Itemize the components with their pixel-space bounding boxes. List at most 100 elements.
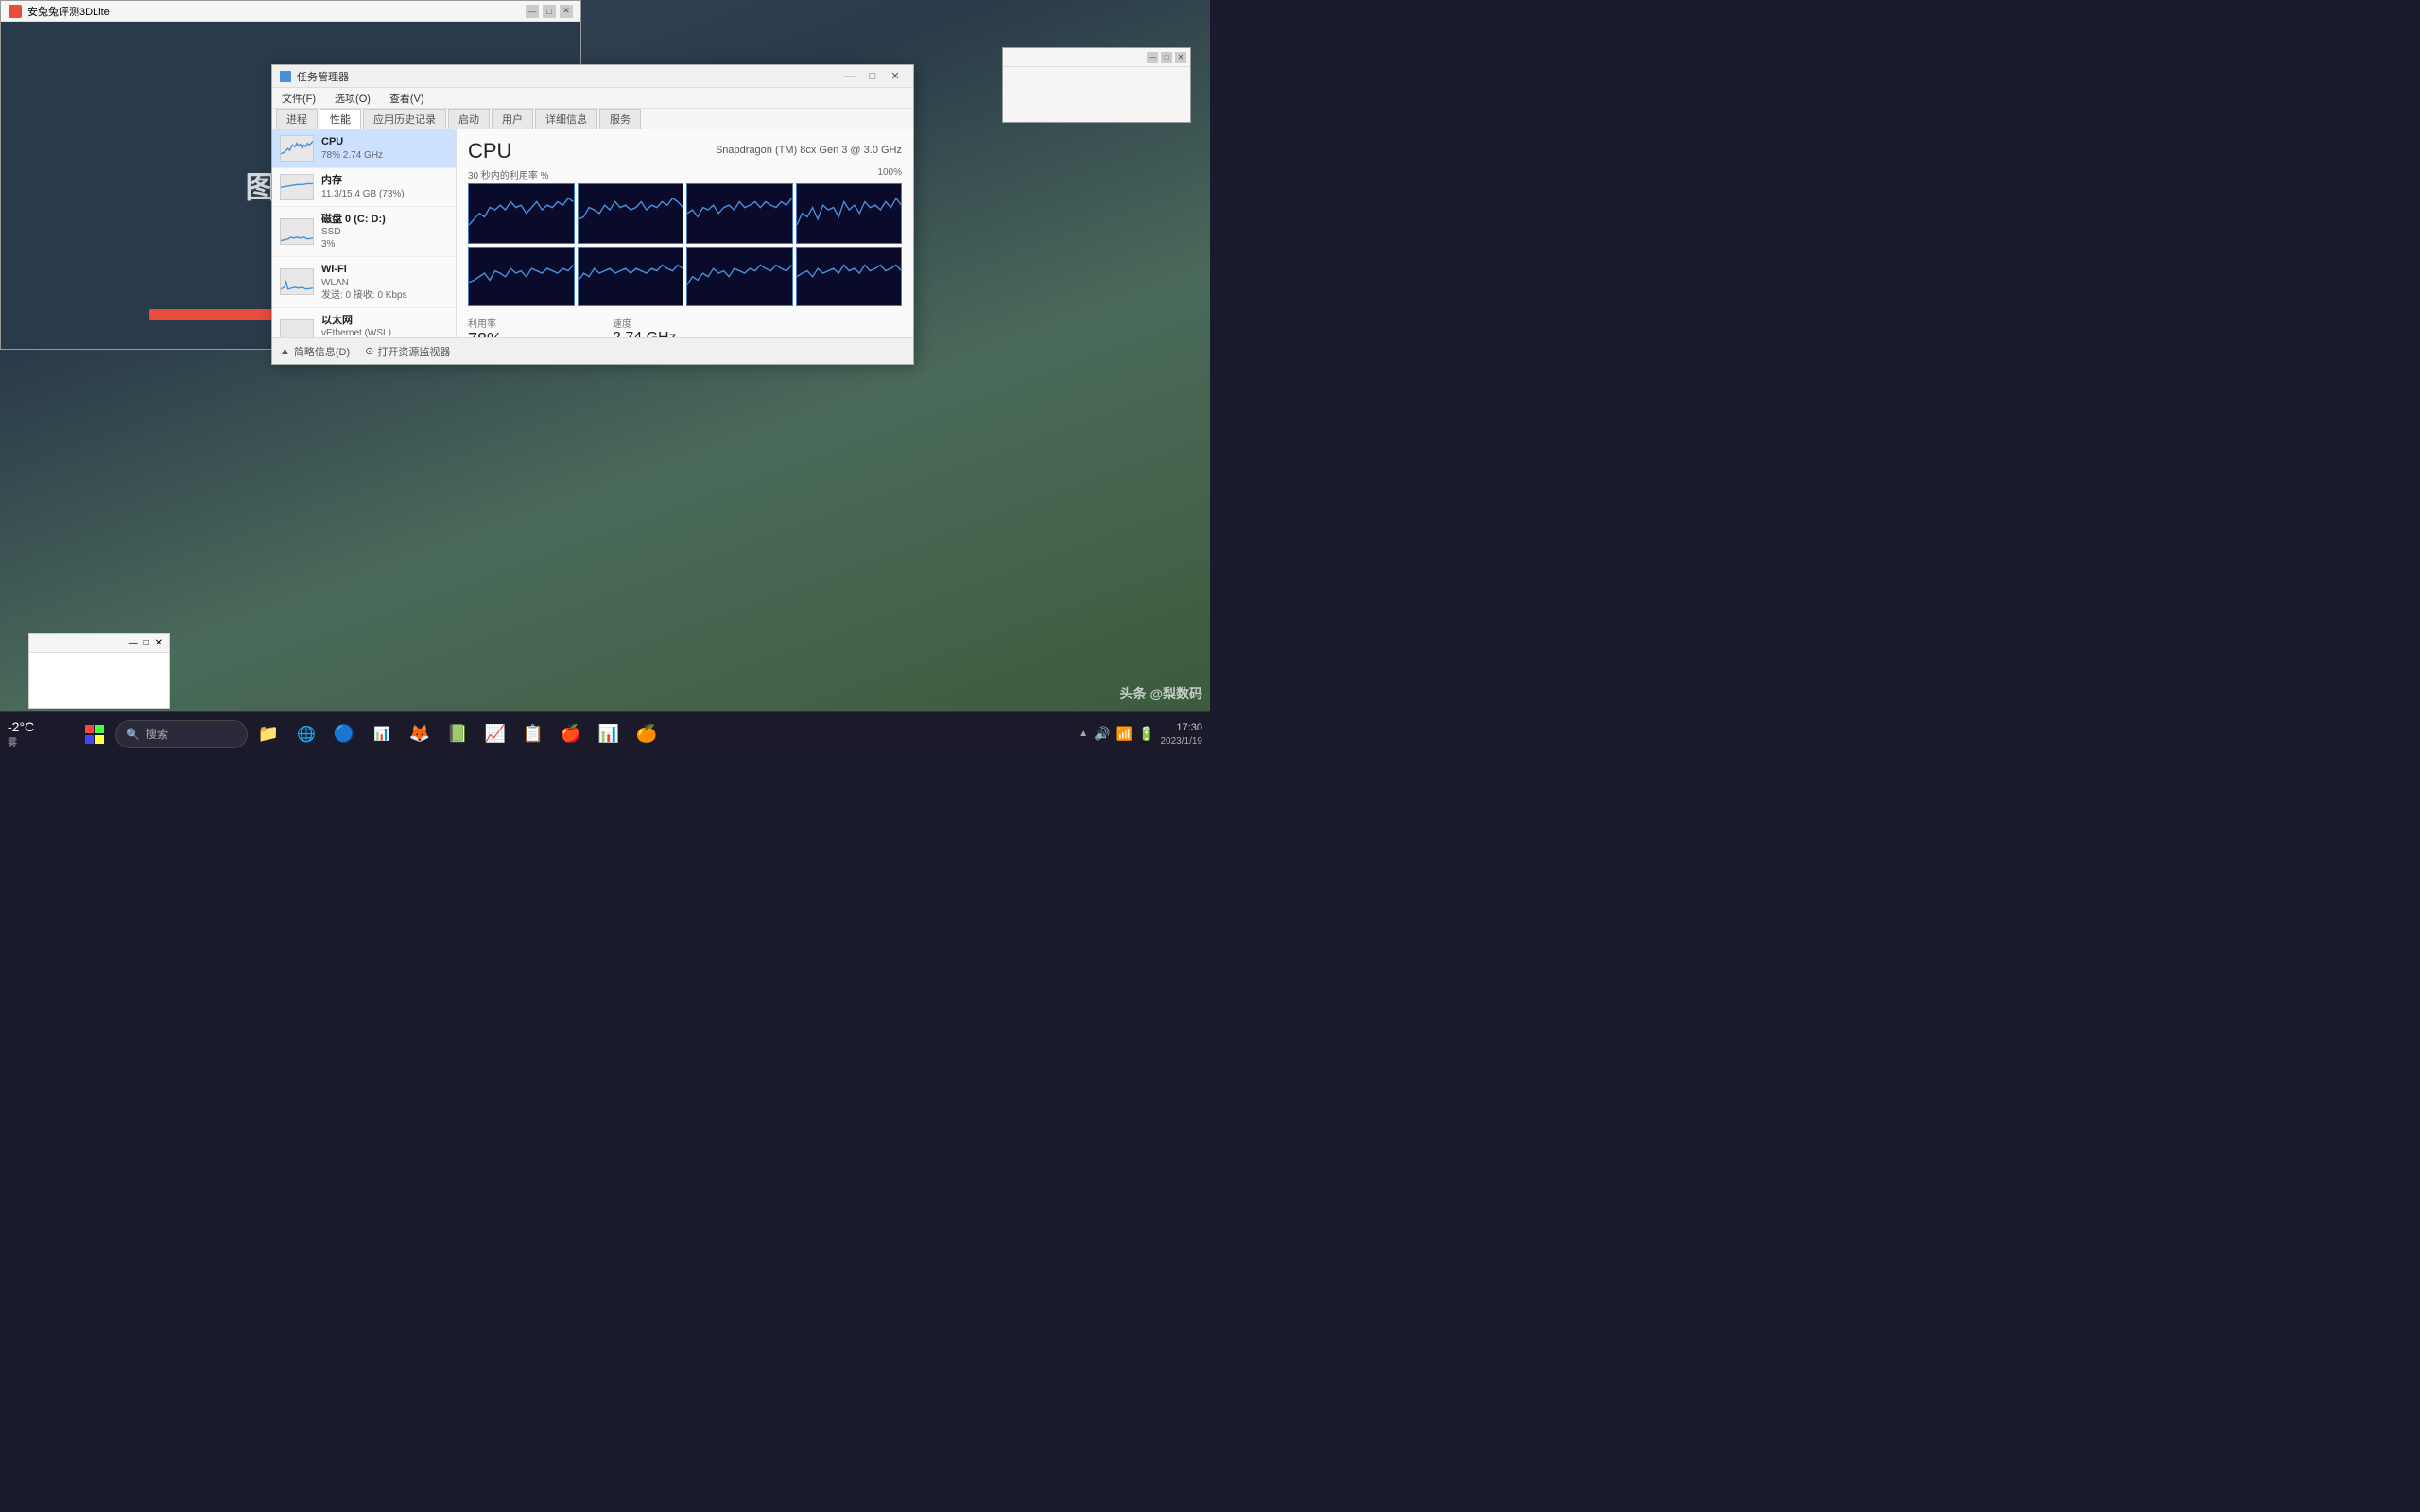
chart-label-left: 30 秒内的利用率 %	[468, 167, 549, 181]
tm-minimize-button[interactable]: —	[839, 66, 860, 87]
taskbar-clock: 17:30 2023/1/19	[1161, 721, 1203, 746]
task-manager-body: CPU 78% 2.74 GHz 内存 11.3/15.4 GB (73%)	[272, 129, 913, 337]
task-manager-menubar: 文件(F) 选项(O) 查看(V)	[272, 88, 913, 109]
tm-summary-button[interactable]: ▲ 简略信息(D)	[280, 344, 350, 359]
tab-startup[interactable]: 启动	[448, 109, 490, 129]
tm-device-ethernet[interactable]: 以太网 vEthernet (WSL) 发送: 0 接收: 0 Kbps	[272, 308, 456, 337]
disk-device-name: 磁盘 0 (C: D:)	[321, 213, 386, 226]
tab-performance[interactable]: 性能	[320, 109, 361, 129]
taskbar-green2-icon[interactable]: 📊	[592, 717, 626, 751]
tm-maximize-button[interactable]: □	[862, 66, 883, 87]
weather-desc: 雾	[8, 734, 74, 748]
tab-details[interactable]: 详细信息	[535, 109, 597, 129]
antutu-close-button[interactable]: ✕	[560, 5, 573, 18]
disk-device-info: 磁盘 0 (C: D:) SSD 3%	[321, 213, 386, 250]
chart-header: 30 秒内的利用率 % 100%	[468, 167, 902, 181]
cpu-core-6-chart	[686, 247, 793, 307]
tm-device-disk[interactable]: 磁盘 0 (C: D:) SSD 3%	[272, 207, 456, 257]
taskbar-right: ▲ 🔊 📶 🔋 17:30 2023/1/19	[1079, 721, 1202, 746]
tab-process[interactable]: 进程	[276, 109, 318, 129]
cpu-main-stats: 利用率 78% 速度 2.74 GHz	[468, 314, 902, 337]
lower-window: — □ ✕	[28, 633, 170, 709]
tray-network-icon[interactable]: 📶	[1116, 726, 1132, 742]
tm-logo-icon	[280, 71, 291, 82]
taskbar-firefox-icon[interactable]: 🦊	[403, 717, 437, 751]
start-button[interactable]	[78, 717, 112, 751]
menu-file[interactable]: 文件(F)	[278, 89, 320, 108]
wifi-device-sub1: WLAN	[321, 277, 407, 289]
taskbar-edge-icon[interactable]: 🌐	[289, 717, 323, 751]
collapse-icon: ▲	[280, 346, 290, 357]
tm-resource-monitor-button[interactable]: ⊙ 打开资源监视器	[365, 344, 450, 359]
ethernet-device-info: 以太网 vEthernet (WSL) 发送: 0 接收: 0 Kbps	[321, 314, 407, 337]
wifi-device-name: Wi-Fi	[321, 263, 407, 276]
tray-volume-icon[interactable]: 🔊	[1094, 726, 1110, 742]
taskbar: -2°C 雾 🔍 搜索 📁 🌐 🔵 📊 🦊 📗 📈 📋 🍎 📊 🍊 ▲ 🔊 📶 …	[0, 711, 1210, 756]
tray-battery-icon[interactable]: 🔋	[1138, 726, 1154, 742]
taskbar-chart-icon[interactable]: 📈	[478, 717, 512, 751]
taskbar-weather: -2°C 雾	[8, 719, 74, 748]
speed-stat: 速度 2.74 GHz	[613, 314, 757, 337]
secondary-window-titlebar: — □ ✕	[1003, 48, 1190, 67]
lw-maximize-button[interactable]: □	[141, 638, 152, 648]
resource-monitor-label: 打开资源监视器	[377, 344, 450, 359]
sw-minimize-button[interactable]: —	[1147, 52, 1158, 63]
cpu-core-4-chart	[468, 247, 575, 307]
tm-close-button[interactable]: ✕	[885, 66, 906, 87]
chart-label-right: 100%	[877, 167, 902, 181]
task-manager-titlebar: 任务管理器 — □ ✕	[272, 65, 913, 88]
taskbar-blue-app-icon[interactable]: 🔵	[327, 717, 361, 751]
wifi-device-sub2: 发送: 0 接收: 0 Kbps	[321, 289, 407, 301]
watermark: 头条 @梨数码	[1119, 684, 1202, 703]
tab-users[interactable]: 用户	[492, 109, 533, 129]
weather-temp: -2°C	[8, 719, 74, 734]
wifi-sparkline-icon	[280, 268, 314, 295]
antutu-title: 安兔兔评测3DLite	[27, 4, 110, 19]
taskbar-date: 2023/1/19	[1161, 736, 1203, 747]
sw-maximize-button[interactable]: □	[1161, 52, 1172, 63]
antutu-minimize-button[interactable]: —	[526, 5, 539, 18]
cpu-device-info: CPU 78% 2.74 GHz	[321, 135, 383, 161]
uptime-stat	[757, 314, 902, 337]
antutu-titlebar: 安兔兔评测3DLite — □ ✕	[1, 1, 580, 22]
tm-device-wifi[interactable]: Wi-Fi WLAN 发送: 0 接收: 0 Kbps	[272, 257, 456, 307]
memory-device-info: 内存 11.3/15.4 GB (73%)	[321, 174, 405, 199]
taskbar-search-box[interactable]: 🔍 搜索	[115, 720, 248, 748]
cpu-sparkline-icon	[280, 135, 314, 162]
tm-cpu-detail: CPU Snapdragon (TM) 8cx Gen 3 @ 3.0 GHz …	[457, 129, 913, 337]
memory-device-name: 内存	[321, 174, 405, 187]
cpu-header: CPU Snapdragon (TM) 8cx Gen 3 @ 3.0 GHz	[468, 139, 902, 163]
sw-close-button[interactable]: ✕	[1175, 52, 1186, 63]
menu-view[interactable]: 查看(V)	[386, 89, 428, 108]
speed-label: 速度	[613, 316, 757, 330]
taskbar-red-app-icon[interactable]: 🍎	[554, 717, 588, 751]
tab-app-history[interactable]: 应用历史记录	[363, 109, 446, 129]
taskbar-clipboard-icon[interactable]: 📋	[516, 717, 550, 751]
tray-expand-icon[interactable]: ▲	[1079, 729, 1088, 739]
disk-device-sub1: SSD	[321, 226, 386, 238]
tm-device-cpu[interactable]: CPU 78% 2.74 GHz	[272, 129, 456, 168]
search-placeholder: 搜索	[146, 726, 168, 742]
cpu-core-5-chart	[578, 247, 684, 307]
cpu-charts-grid	[468, 183, 902, 306]
taskbar-green-app-icon[interactable]: 📗	[441, 717, 475, 751]
taskbar-explorer-icon[interactable]: 📁	[251, 717, 285, 751]
ethernet-device-sub1: vEthernet (WSL)	[321, 327, 407, 337]
system-tray: ▲ 🔊 📶 🔋	[1079, 726, 1154, 742]
disk-device-sub2: 3%	[321, 238, 386, 250]
tab-services[interactable]: 服务	[599, 109, 641, 129]
antutu-maximize-button[interactable]: □	[543, 5, 556, 18]
tm-bottom-bar: ▲ 简略信息(D) ⊙ 打开资源监视器	[272, 337, 913, 364]
memory-sparkline-icon	[280, 174, 314, 200]
lw-close-button[interactable]: ✕	[152, 638, 165, 648]
task-manager-tabbar: 进程 性能 应用历史记录 启动 用户 详细信息 服务	[272, 109, 913, 129]
taskbar-vscode-icon[interactable]: 📊	[365, 717, 399, 751]
wifi-device-info: Wi-Fi WLAN 发送: 0 接收: 0 Kbps	[321, 263, 407, 301]
menu-options[interactable]: 选项(O)	[331, 89, 374, 108]
cpu-core-2-chart	[686, 183, 793, 244]
tm-device-memory[interactable]: 内存 11.3/15.4 GB (73%)	[272, 168, 456, 207]
lw-minimize-button[interactable]: —	[126, 638, 141, 648]
secondary-window: — □ ✕	[1002, 47, 1191, 123]
search-icon: 🔍	[126, 728, 140, 741]
taskbar-orange-app-icon[interactable]: 🍊	[630, 717, 664, 751]
